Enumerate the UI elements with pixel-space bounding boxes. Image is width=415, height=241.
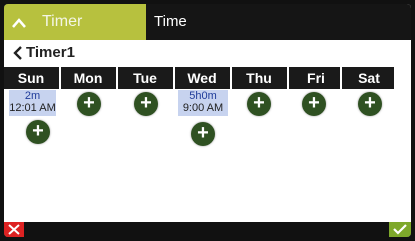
day-mon: Mon (73, 70, 103, 86)
plus-icon: + (83, 92, 95, 114)
confirm-button[interactable] (389, 222, 411, 237)
add-timer-button-sun[interactable]: + (26, 120, 50, 144)
plus-icon: + (32, 120, 44, 142)
timer-start-time: 12:01 AM (9, 102, 56, 114)
tab-timer[interactable]: Timer (4, 4, 146, 40)
tab-time[interactable]: Time (154, 13, 187, 30)
add-timer-button-sat[interactable]: + (358, 92, 382, 116)
plus-icon: + (253, 92, 265, 114)
day-thu: Thu (246, 70, 272, 86)
close-icon (8, 224, 20, 235)
timer-screen: Timer Time Timer1 Sun Mon Tue Wed Thu Fr… (4, 4, 411, 237)
day-sun: Sun (17, 70, 45, 86)
plus-icon: + (364, 92, 376, 114)
tab-timer-label: Timer (42, 13, 83, 30)
page-title: Timer1 (26, 44, 75, 61)
cancel-button[interactable] (4, 222, 24, 237)
add-timer-button-mon[interactable]: + (77, 92, 101, 116)
timer-duration: 2m (24, 90, 41, 102)
timer-start-time: 9:00 AM (182, 102, 224, 114)
day-tue: Tue (133, 70, 157, 86)
timer-duration: 5h0m (189, 90, 217, 102)
plus-icon: + (197, 122, 209, 144)
back-arrow-icon[interactable] (12, 45, 24, 61)
title-row: Timer1 (4, 42, 411, 66)
bottom-bar (4, 222, 411, 237)
day-header: Sun Mon Tue Wed Thu Fri Sat (4, 67, 394, 89)
chevron-up-icon (12, 18, 26, 28)
plus-icon: + (308, 92, 320, 114)
timer-block-sun[interactable]: 2m 12:01 AM (9, 90, 56, 116)
timer-block-wed[interactable]: 5h0m 9:00 AM (178, 90, 228, 116)
tab-bar: Timer Time (4, 4, 411, 40)
check-icon (393, 224, 407, 235)
day-fri: Fri (307, 70, 325, 86)
add-timer-button-fri[interactable]: + (302, 92, 326, 116)
add-timer-button-tue[interactable]: + (134, 92, 158, 116)
day-sat: Sat (358, 70, 380, 86)
add-timer-button-thu[interactable]: + (247, 92, 271, 116)
add-timer-button-wed[interactable]: + (191, 122, 215, 146)
plus-icon: + (140, 92, 152, 114)
day-wed: Wed (187, 70, 217, 86)
